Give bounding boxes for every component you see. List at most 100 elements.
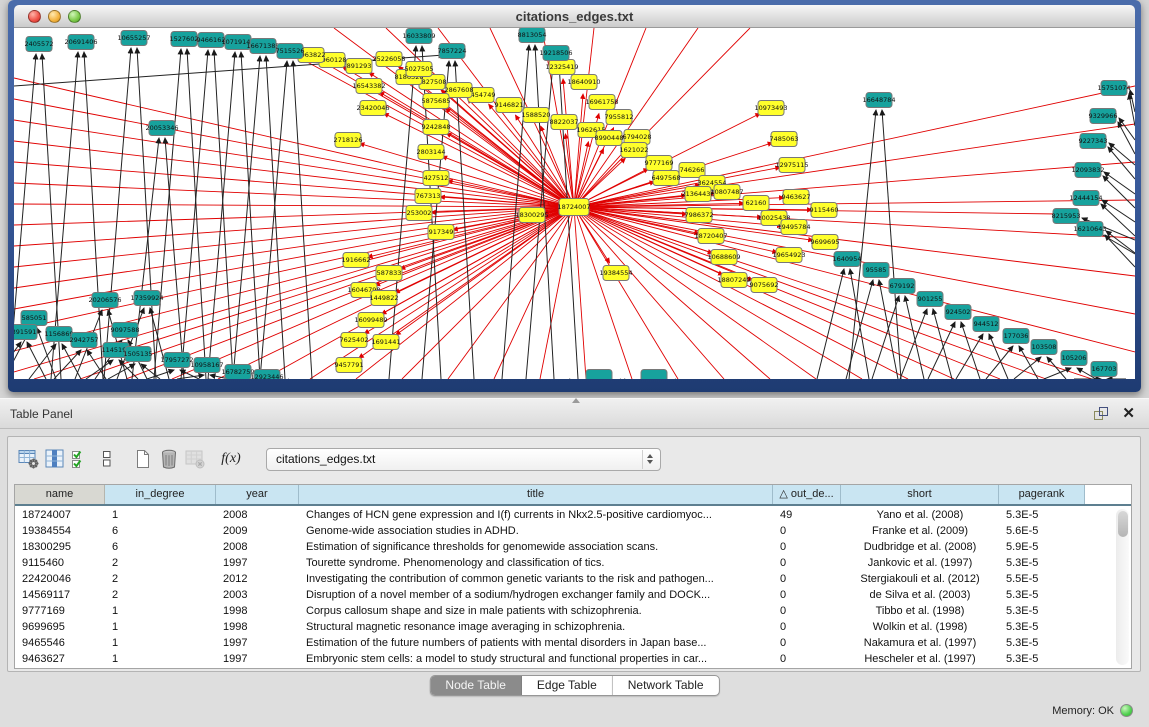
graph-node[interactable] bbox=[973, 317, 999, 332]
graph-node[interactable] bbox=[779, 158, 805, 173]
table-row[interactable]: 946362711997Embryonic stem cells: a mode… bbox=[15, 651, 1131, 667]
graph-node[interactable] bbox=[371, 291, 397, 306]
graph-node[interactable] bbox=[1061, 351, 1087, 366]
cell-title[interactable]: Genome-wide association studies in ADHD. bbox=[299, 523, 773, 539]
graph-node[interactable] bbox=[336, 358, 362, 373]
table-row[interactable]: 1456911722003Disruption of a novel membe… bbox=[15, 587, 1131, 603]
graph-node[interactable] bbox=[376, 52, 402, 67]
cell-name[interactable]: 18724007 bbox=[15, 507, 105, 523]
graph-node[interactable] bbox=[721, 273, 747, 288]
graph-node[interactable] bbox=[1101, 81, 1127, 96]
graph-node[interactable] bbox=[418, 145, 444, 160]
column-header-year[interactable]: year bbox=[216, 485, 299, 504]
graph-node[interactable] bbox=[646, 156, 672, 171]
graph-node[interactable] bbox=[1075, 163, 1101, 178]
cell-out_degree[interactable]: 0 bbox=[773, 651, 841, 667]
graph-node[interactable] bbox=[446, 83, 472, 98]
cell-short[interactable]: Hescheler et al. (1997) bbox=[841, 651, 999, 667]
cell-in_degree[interactable]: 1 bbox=[105, 635, 216, 651]
graph-node[interactable] bbox=[358, 313, 384, 328]
cell-pagerank[interactable]: 5.3E-5 bbox=[999, 635, 1085, 651]
graph-node[interactable] bbox=[225, 35, 251, 50]
cell-short[interactable]: Tibbo et al. (1998) bbox=[841, 603, 999, 619]
graph-node[interactable] bbox=[1053, 209, 1079, 224]
cell-short[interactable]: Yano et al. (2008) bbox=[841, 507, 999, 523]
graph-node[interactable] bbox=[863, 263, 889, 278]
tab-network-table[interactable]: Network Table bbox=[613, 676, 719, 695]
delete-table-button[interactable] bbox=[156, 446, 182, 472]
graph-node[interactable] bbox=[164, 353, 190, 368]
graph-node[interactable] bbox=[776, 248, 802, 263]
cell-title[interactable]: Tourette syndrome. Phenomenology and cla… bbox=[299, 555, 773, 571]
table-row[interactable]: 946554611997Estimation of the future num… bbox=[15, 635, 1131, 651]
cell-title[interactable]: Estimation of the future numbers of pati… bbox=[299, 635, 773, 651]
cell-pagerank[interactable]: 5.3E-5 bbox=[999, 651, 1085, 667]
graph-node[interactable] bbox=[149, 121, 175, 136]
graph-node[interactable] bbox=[698, 229, 724, 244]
cell-out_degree[interactable]: 0 bbox=[773, 539, 841, 555]
graph-node[interactable] bbox=[423, 171, 449, 186]
select-columns-button[interactable] bbox=[42, 446, 68, 472]
window-titlebar[interactable]: citations_edges.txt bbox=[14, 5, 1135, 28]
cell-in_degree[interactable]: 2 bbox=[105, 571, 216, 587]
cell-out_degree[interactable]: 0 bbox=[773, 523, 841, 539]
graph-node[interactable] bbox=[68, 35, 94, 50]
cell-in_degree[interactable]: 1 bbox=[105, 603, 216, 619]
graph-node[interactable] bbox=[866, 93, 892, 108]
window-minimize-button[interactable] bbox=[48, 10, 61, 23]
rows-selector-button[interactable] bbox=[94, 446, 120, 472]
table-row[interactable]: 2242004622012Investigating the contribut… bbox=[15, 571, 1131, 587]
cell-in_degree[interactable]: 2 bbox=[105, 587, 216, 603]
graph-node[interactable] bbox=[621, 143, 647, 158]
graph-node[interactable] bbox=[428, 225, 454, 240]
graph-node[interactable] bbox=[346, 59, 372, 74]
table-row[interactable]: 977716911998Corpus callosum shape and si… bbox=[15, 603, 1131, 619]
cell-year[interactable]: 2009 bbox=[216, 523, 299, 539]
cell-out_degree[interactable]: 0 bbox=[773, 619, 841, 635]
graph-node[interactable] bbox=[523, 108, 549, 123]
close-panel-icon[interactable]: ✕ bbox=[1122, 404, 1135, 422]
graph-node[interactable] bbox=[586, 370, 612, 380]
splitter-grip-icon[interactable] bbox=[572, 398, 580, 403]
cell-title[interactable]: Embryonic stem cells: a model to study s… bbox=[299, 651, 773, 667]
cell-year[interactable]: 2008 bbox=[216, 539, 299, 555]
table-row[interactable]: 969969511998Structural magnetic resonanc… bbox=[15, 619, 1131, 635]
cell-out_degree[interactable]: 49 bbox=[773, 507, 841, 523]
graph-node[interactable] bbox=[603, 266, 629, 281]
column-header-in_degree[interactable]: in_degree bbox=[105, 485, 216, 504]
graph-node[interactable] bbox=[889, 279, 915, 294]
graph-node[interactable] bbox=[406, 29, 432, 44]
cell-name[interactable]: 18300295 bbox=[15, 539, 105, 555]
graph-node[interactable] bbox=[1073, 191, 1099, 206]
table-row[interactable]: 911546021997Tourette syndrome. Phenomeno… bbox=[15, 555, 1131, 571]
vertical-scrollbar[interactable] bbox=[1116, 509, 1129, 665]
column-header-title[interactable]: title bbox=[299, 485, 773, 504]
cell-pagerank[interactable]: 5.9E-5 bbox=[999, 539, 1085, 555]
graph-node[interactable] bbox=[254, 370, 280, 380]
graph-node[interactable] bbox=[1003, 329, 1029, 344]
cell-title[interactable]: Changes of HCN gene expression and I(f) … bbox=[299, 507, 773, 523]
graph-node[interactable] bbox=[277, 44, 303, 59]
graph-node[interactable] bbox=[606, 110, 632, 125]
cell-in_degree[interactable]: 1 bbox=[105, 619, 216, 635]
graph-node[interactable] bbox=[496, 98, 522, 113]
graph-node[interactable] bbox=[92, 293, 118, 308]
column-header-pagerank[interactable]: pagerank bbox=[999, 485, 1085, 504]
graph-node[interactable] bbox=[250, 39, 276, 54]
graph-node[interactable] bbox=[343, 253, 369, 268]
graph-node[interactable] bbox=[373, 335, 399, 350]
graph-node[interactable] bbox=[1091, 362, 1117, 377]
cell-pagerank[interactable]: 5.3E-5 bbox=[999, 555, 1085, 571]
window-zoom-button[interactable] bbox=[68, 10, 81, 23]
graph-node[interactable] bbox=[121, 31, 147, 46]
float-panel-icon[interactable] bbox=[1093, 406, 1109, 426]
graph-node[interactable] bbox=[194, 358, 220, 373]
cell-year[interactable]: 1997 bbox=[216, 651, 299, 667]
network-graph[interactable]: 1830029519384554977716974626664975683624… bbox=[14, 28, 1135, 379]
graph-node[interactable] bbox=[519, 28, 545, 43]
table-row[interactable]: 1938455462009Genome-wide association stu… bbox=[15, 523, 1131, 539]
graph-node[interactable] bbox=[423, 120, 449, 135]
cell-short[interactable]: Wolkin et al. (1998) bbox=[841, 619, 999, 635]
cell-in_degree[interactable]: 6 bbox=[105, 523, 216, 539]
cell-out_degree[interactable]: 0 bbox=[773, 635, 841, 651]
